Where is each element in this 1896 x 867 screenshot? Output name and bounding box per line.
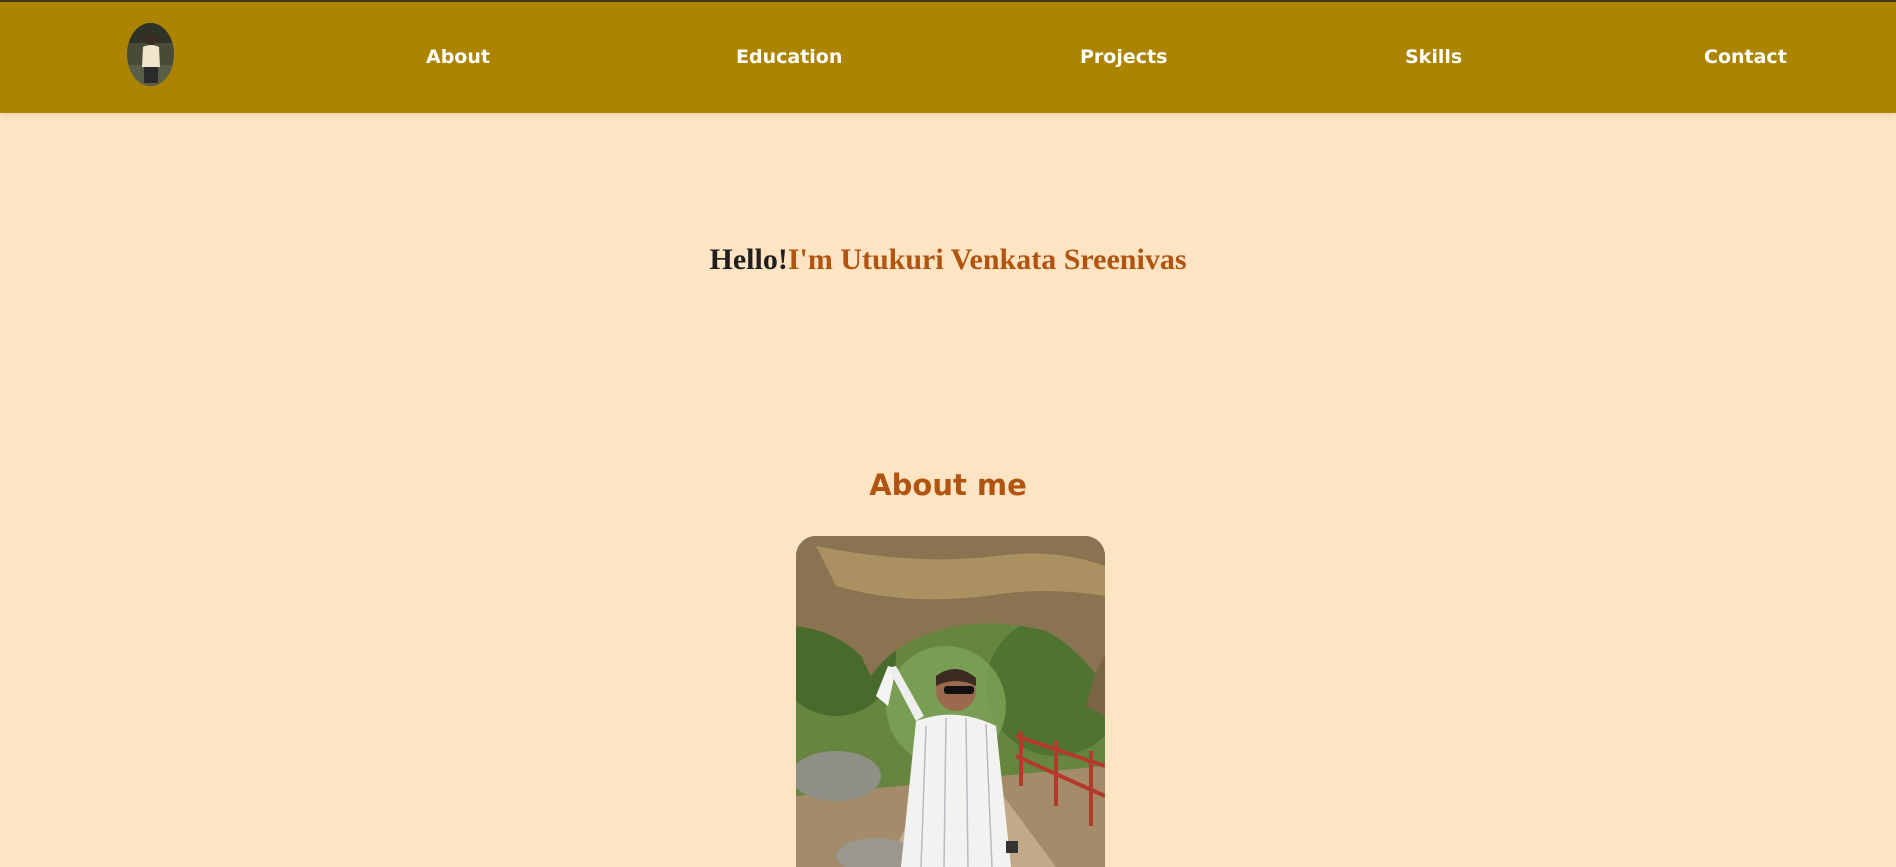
hero-title: Hello!I'm Utukuri Venkata Sreenivas (0, 243, 1896, 277)
avatar-photo-image (127, 23, 174, 86)
hero-name: I'm Utukuri Venkata Sreenivas (787, 243, 1187, 276)
about-heading: About me (869, 468, 1027, 502)
nav-link-projects[interactable]: Projects (1080, 46, 1167, 68)
about-photo-image (796, 536, 1105, 867)
nav-link-contact[interactable]: Contact (1704, 46, 1787, 68)
nav-link-skills[interactable]: Skills (1405, 46, 1462, 68)
about-photo (796, 536, 1105, 867)
hero-greeting: Hello! (709, 243, 788, 276)
nav-avatar[interactable] (127, 23, 174, 86)
nav-link-about[interactable]: About (426, 46, 490, 68)
navbar: About Education Projects Skills Contact (0, 2, 1896, 113)
nav-link-education[interactable]: Education (736, 46, 842, 68)
